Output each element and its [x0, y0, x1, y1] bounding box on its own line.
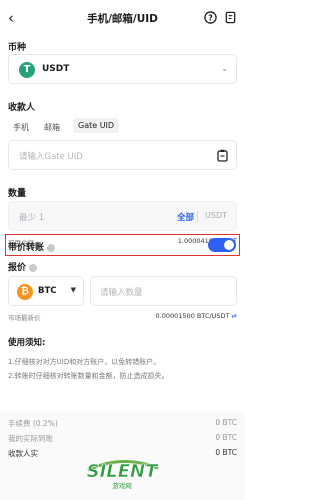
amount-section-label: 数量: [8, 189, 27, 199]
quote-section-label: 报价: [8, 263, 27, 273]
quote-coin-value: BTC: [38, 286, 57, 296]
svg-text:?: ?: [208, 13, 213, 22]
divider: [197, 211, 198, 222]
notice-title: 使用须知:: [8, 338, 46, 348]
watermark-text: SILENT: [87, 461, 159, 482]
tab-email[interactable]: 邮箱: [44, 122, 60, 133]
currency-section-label: 币种: [8, 43, 27, 53]
fee-value: 0 BTC: [215, 418, 237, 427]
info-icon[interactable]: [29, 263, 38, 272]
caret-down-icon: ▼: [70, 286, 76, 294]
tether-icon: T: [19, 62, 35, 78]
received-value: 0 BTC: [215, 433, 237, 442]
amount-unit: USDT: [205, 211, 227, 220]
priced-transfer-row: 带价转账: [8, 240, 56, 253]
top-bar: ‹ 手机/邮箱/UID ?: [0, 0, 245, 36]
fee-label: 手续费 (0.2%): [8, 419, 58, 428]
notice-line-2: 2.转账时仔细核对转账数量和金额，防止造成损失。: [8, 372, 169, 380]
clipboard-icon[interactable]: [217, 149, 228, 162]
swap-icon[interactable]: ⇄: [232, 312, 237, 320]
quote-qty-placeholder: 请输入数量: [100, 288, 143, 298]
received-row: 我的实际到账 0 BTC: [8, 433, 237, 444]
document-list-icon[interactable]: [224, 11, 237, 24]
market-price-row: 0.00001500 BTC/USDT ⇄: [156, 312, 237, 320]
quote-row: 报价: [8, 260, 38, 273]
toggle-knob: [224, 240, 234, 250]
recipient-section-label: 收款人: [8, 103, 36, 113]
question-circle-icon[interactable]: ?: [204, 11, 217, 24]
all-button[interactable]: 全部: [177, 211, 194, 223]
amount-input[interactable]: 最少 1 全部 USDT: [8, 201, 237, 231]
info-icon[interactable]: [47, 243, 56, 252]
priced-transfer-toggle[interactable]: [208, 238, 236, 252]
received-label: 我的实际到账: [8, 434, 53, 443]
currency-select[interactable]: T USDT ⌄: [8, 54, 237, 84]
chevron-down-icon: ⌄: [221, 64, 228, 73]
notice-line-1: 1.仔细核对对方UID和对方账户，以免转错账户。: [8, 358, 161, 366]
bitcoin-icon: ₿: [17, 284, 33, 300]
uid-input-placeholder: 请输入Gate UID: [19, 152, 83, 162]
priced-transfer-label: 带价转账: [8, 243, 45, 253]
quote-qty-input[interactable]: 请输入数量: [90, 276, 237, 306]
currency-value: USDT: [42, 64, 70, 74]
quote-coin-select[interactable]: ₿ BTC ▼: [8, 276, 84, 306]
amount-placeholder: 最少 1: [19, 213, 45, 223]
tab-phone[interactable]: 手机: [13, 122, 29, 133]
market-price-label: 市场最新价: [8, 314, 41, 322]
silent-watermark-logo: SILENT 游戏网: [86, 459, 159, 490]
fee-row: 手续费 (0.2%) 0 BTC: [8, 418, 237, 429]
tab-gate-uid[interactable]: Gate UID: [73, 118, 120, 133]
market-price-value: 0.00001500 BTC/USDT: [155, 312, 230, 320]
uid-input[interactable]: 请输入Gate UID: [8, 140, 237, 170]
watermark-sub: 游戏网: [112, 481, 132, 490]
